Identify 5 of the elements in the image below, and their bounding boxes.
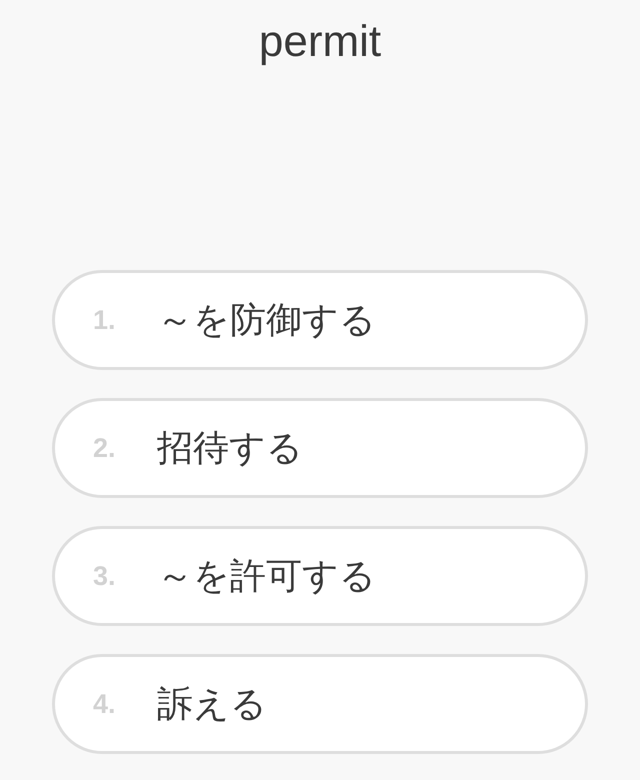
option-text: 招待する bbox=[157, 426, 303, 470]
quiz-word: permit bbox=[258, 16, 382, 68]
option-text: 訴える bbox=[157, 682, 267, 726]
option-text: ～を許可する bbox=[157, 554, 376, 598]
option-text: ～を防御する bbox=[157, 298, 376, 342]
